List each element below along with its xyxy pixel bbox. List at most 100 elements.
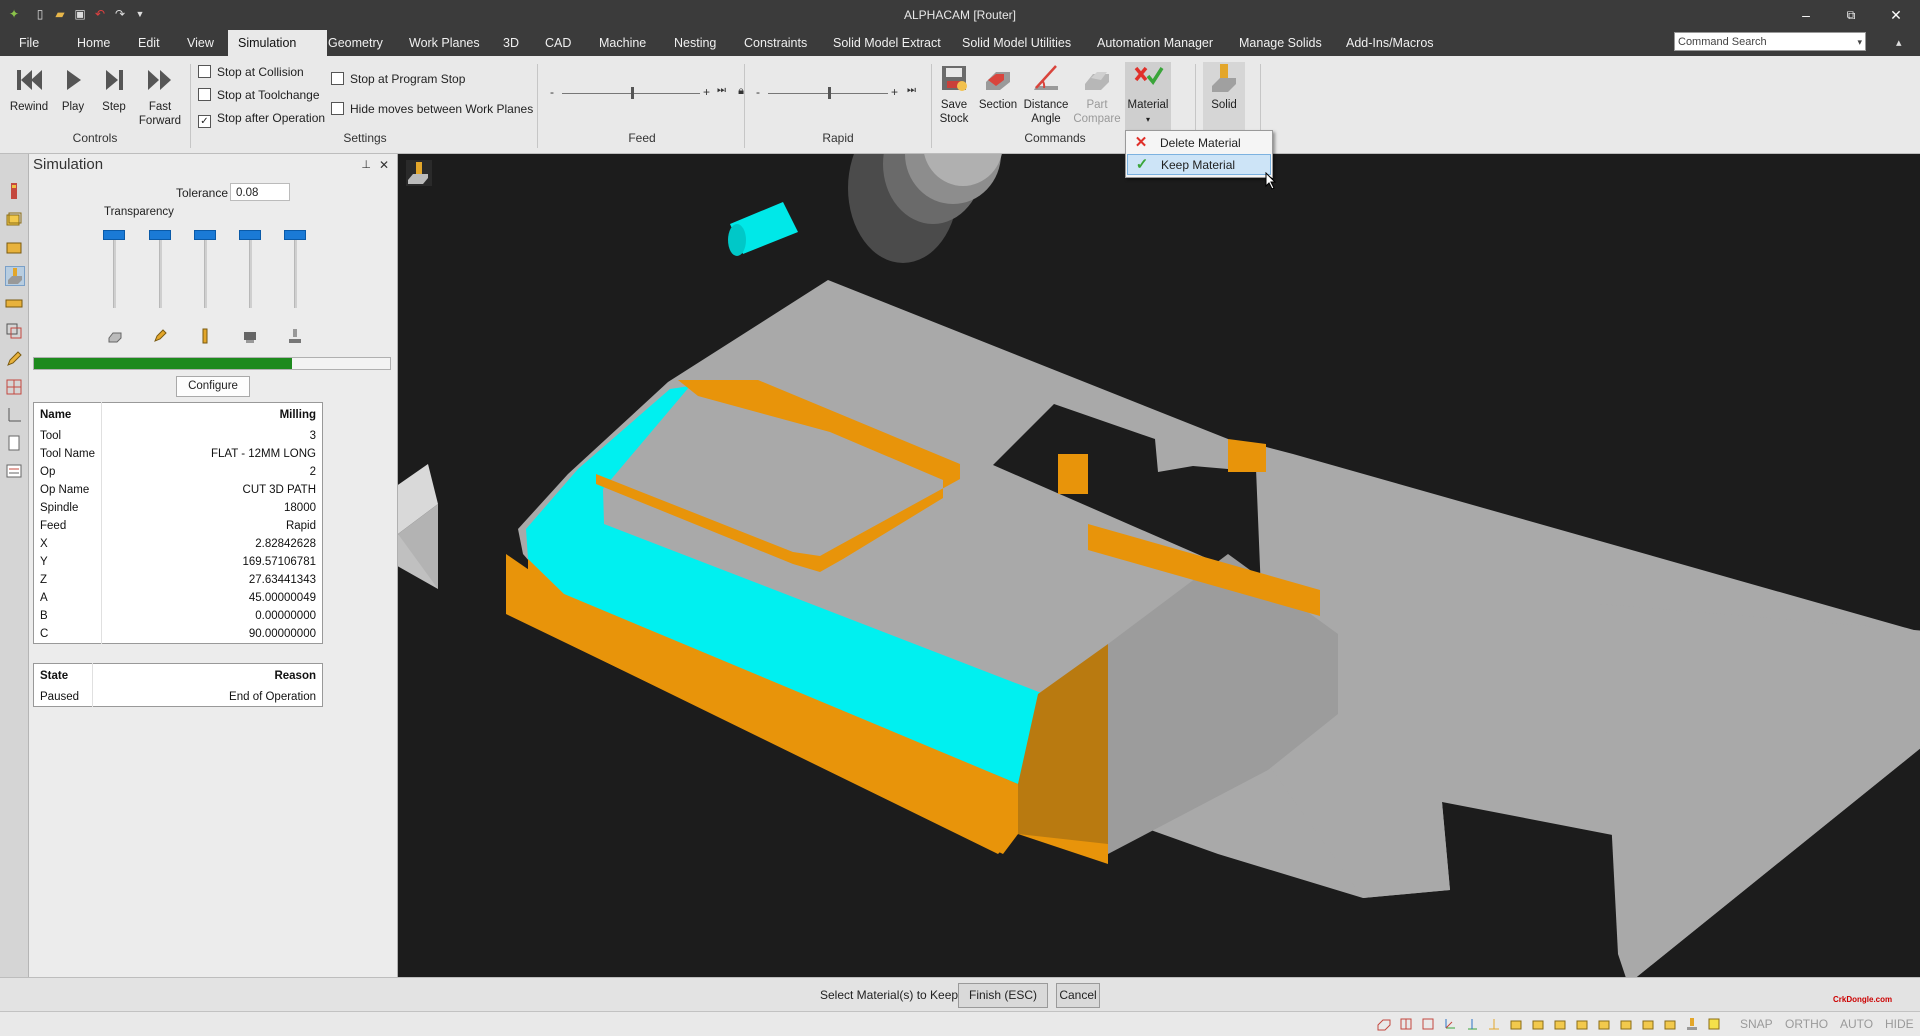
tab-nesting[interactable]: Nesting xyxy=(664,30,726,56)
view-left-icon[interactable] xyxy=(1641,1017,1655,1031)
tab-work-planes[interactable]: Work Planes xyxy=(399,30,490,56)
feed-thumb[interactable] xyxy=(631,87,634,99)
feed-minus[interactable]: - xyxy=(550,85,554,99)
distance-angle-button[interactable]: Distance Angle xyxy=(1021,62,1071,126)
feed-plus[interactable]: + xyxy=(703,85,710,99)
axis-icon[interactable] xyxy=(5,406,23,424)
rapid-minus[interactable]: - xyxy=(756,85,760,99)
ortho-toggle[interactable]: ORTHO xyxy=(1785,1017,1828,1031)
document-icon[interactable] xyxy=(5,434,23,452)
checkbox-box[interactable] xyxy=(331,102,344,115)
section-button[interactable]: Section xyxy=(978,62,1018,112)
ucs-icon[interactable] xyxy=(1465,1017,1479,1031)
tab-automation-manager[interactable]: Automation Manager xyxy=(1087,30,1223,56)
chevron-down-icon[interactable]: ▾ xyxy=(1857,33,1862,52)
tab-3d[interactable]: 3D xyxy=(493,30,529,56)
minimize-button[interactable]: – xyxy=(1786,4,1826,26)
view-front-icon[interactable] xyxy=(1531,1017,1545,1031)
view-isometric-icon[interactable] xyxy=(1663,1017,1677,1031)
fast-forward-button[interactable]: Fast Forward xyxy=(137,64,183,128)
collapse-ribbon-icon[interactable]: ▴ xyxy=(1896,36,1902,49)
shade-icon[interactable] xyxy=(1707,1017,1721,1031)
grid-snap-icon[interactable] xyxy=(1399,1017,1413,1031)
transparency-slider-holder[interactable] xyxy=(149,230,171,240)
axis-xyz-icon[interactable] xyxy=(1443,1017,1457,1031)
operations-icon[interactable] xyxy=(5,322,23,340)
view-bottom-icon[interactable] xyxy=(1619,1017,1633,1031)
tab-manage-solids[interactable]: Manage Solids xyxy=(1229,30,1332,56)
view-iso-icon[interactable] xyxy=(1575,1017,1589,1031)
origin-icon[interactable] xyxy=(1487,1017,1501,1031)
feed-slider[interactable]: - + ⏭ 🔒︎ xyxy=(550,85,744,101)
restore-button[interactable]: ⧉ xyxy=(1831,4,1871,26)
part-compare-button[interactable]: Part Compare xyxy=(1072,62,1122,126)
keep-material-menu-item[interactable]: ✓ Keep Material xyxy=(1127,154,1271,175)
tab-file[interactable]: File xyxy=(9,30,49,56)
stop-at-program-stop-checkbox[interactable]: Stop at Program Stop xyxy=(331,72,465,86)
checkbox-box[interactable] xyxy=(198,65,211,78)
skip-to-end-icon[interactable]: ⏭ xyxy=(907,85,916,96)
3d-viewport[interactable] xyxy=(398,154,1920,977)
command-search-input[interactable]: Command Search ▾ xyxy=(1674,32,1866,51)
close-panel-button[interactable]: ✕ xyxy=(379,154,389,176)
save-stock-button[interactable]: Save Stock xyxy=(936,62,972,126)
stop-at-collision-checkbox[interactable]: Stop at Collision xyxy=(198,65,304,79)
step-button[interactable]: Step xyxy=(97,64,131,114)
workplane-icon[interactable] xyxy=(1377,1017,1391,1031)
simulation-scene[interactable] xyxy=(398,154,1920,977)
grid-icon[interactable] xyxy=(5,378,23,396)
solid-button[interactable]: Solid xyxy=(1203,62,1245,134)
material-button[interactable]: Material ▾ xyxy=(1125,62,1171,134)
tab-geometry[interactable]: Geometry xyxy=(318,30,393,56)
transparency-slider-stock[interactable] xyxy=(103,230,125,240)
material-dropdown-arrow-icon[interactable]: ▾ xyxy=(1146,115,1150,124)
rapid-slider[interactable]: - + ⏭ xyxy=(756,85,924,101)
tab-solid-model-utilities[interactable]: Solid Model Utilities xyxy=(952,30,1081,56)
view-right-icon[interactable] xyxy=(1553,1017,1567,1031)
hide-moves-checkbox[interactable]: Hide moves between Work Planes xyxy=(331,102,533,116)
snap-toggle[interactable]: SNAP xyxy=(1740,1017,1773,1031)
view-orientation-icon[interactable] xyxy=(406,160,432,186)
tab-solid-model-extract[interactable]: Solid Model Extract xyxy=(823,30,951,56)
tab-constraints[interactable]: Constraints xyxy=(734,30,817,56)
rapid-plus[interactable]: + xyxy=(891,85,898,99)
pencil-icon[interactable] xyxy=(5,350,23,368)
checkbox-box[interactable] xyxy=(331,72,344,85)
checkbox-box[interactable] xyxy=(198,88,211,101)
properties-icon[interactable] xyxy=(5,462,23,480)
close-window-button[interactable]: ✕ xyxy=(1876,4,1916,26)
transparency-slider-machine[interactable] xyxy=(284,230,306,240)
auto-toggle[interactable]: AUTO xyxy=(1840,1017,1873,1031)
tab-cad[interactable]: CAD xyxy=(535,30,581,56)
finish-button[interactable]: Finish (ESC) xyxy=(958,983,1048,1008)
cancel-button[interactable]: Cancel xyxy=(1056,983,1100,1008)
simulation-panel-icon[interactable] xyxy=(5,266,25,286)
configure-button[interactable]: Configure xyxy=(176,376,250,397)
tab-home[interactable]: Home xyxy=(67,30,120,56)
stop-after-operation-checkbox[interactable]: ✓ Stop after Operation xyxy=(198,111,325,128)
tolerance-input[interactable]: 0.08 xyxy=(230,183,290,201)
pin-icon[interactable]: ⊥ xyxy=(361,154,371,176)
ruler-icon[interactable] xyxy=(5,294,23,312)
delete-material-menu-item[interactable]: ✕ Delete Material xyxy=(1127,133,1271,154)
box-select-icon[interactable] xyxy=(1421,1017,1435,1031)
play-button[interactable]: Play xyxy=(56,64,90,114)
tab-add-ins-macros[interactable]: Add-Ins/Macros xyxy=(1336,30,1444,56)
transparency-slider-tool[interactable] xyxy=(194,230,216,240)
tool-list-icon[interactable] xyxy=(5,182,23,200)
tab-simulation[interactable]: Simulation xyxy=(228,30,327,56)
tab-view[interactable]: View xyxy=(177,30,224,56)
transparency-slider-fixture[interactable] xyxy=(239,230,261,240)
tab-edit[interactable]: Edit xyxy=(128,30,170,56)
skip-to-end-icon[interactable]: ⏭ xyxy=(717,85,726,96)
hide-toggle[interactable]: HIDE xyxy=(1885,1017,1914,1031)
view-top-icon[interactable] xyxy=(1509,1017,1523,1031)
stock-icon[interactable] xyxy=(5,238,23,256)
view-back-icon[interactable] xyxy=(1597,1017,1611,1031)
rewind-button[interactable]: Rewind xyxy=(9,64,49,114)
checkbox-box-checked[interactable]: ✓ xyxy=(198,115,211,128)
tool-view-icon[interactable] xyxy=(1685,1017,1699,1031)
layers-icon[interactable] xyxy=(5,210,23,228)
rapid-thumb[interactable] xyxy=(828,87,831,99)
stop-at-toolchange-checkbox[interactable]: Stop at Toolchange xyxy=(198,88,320,102)
